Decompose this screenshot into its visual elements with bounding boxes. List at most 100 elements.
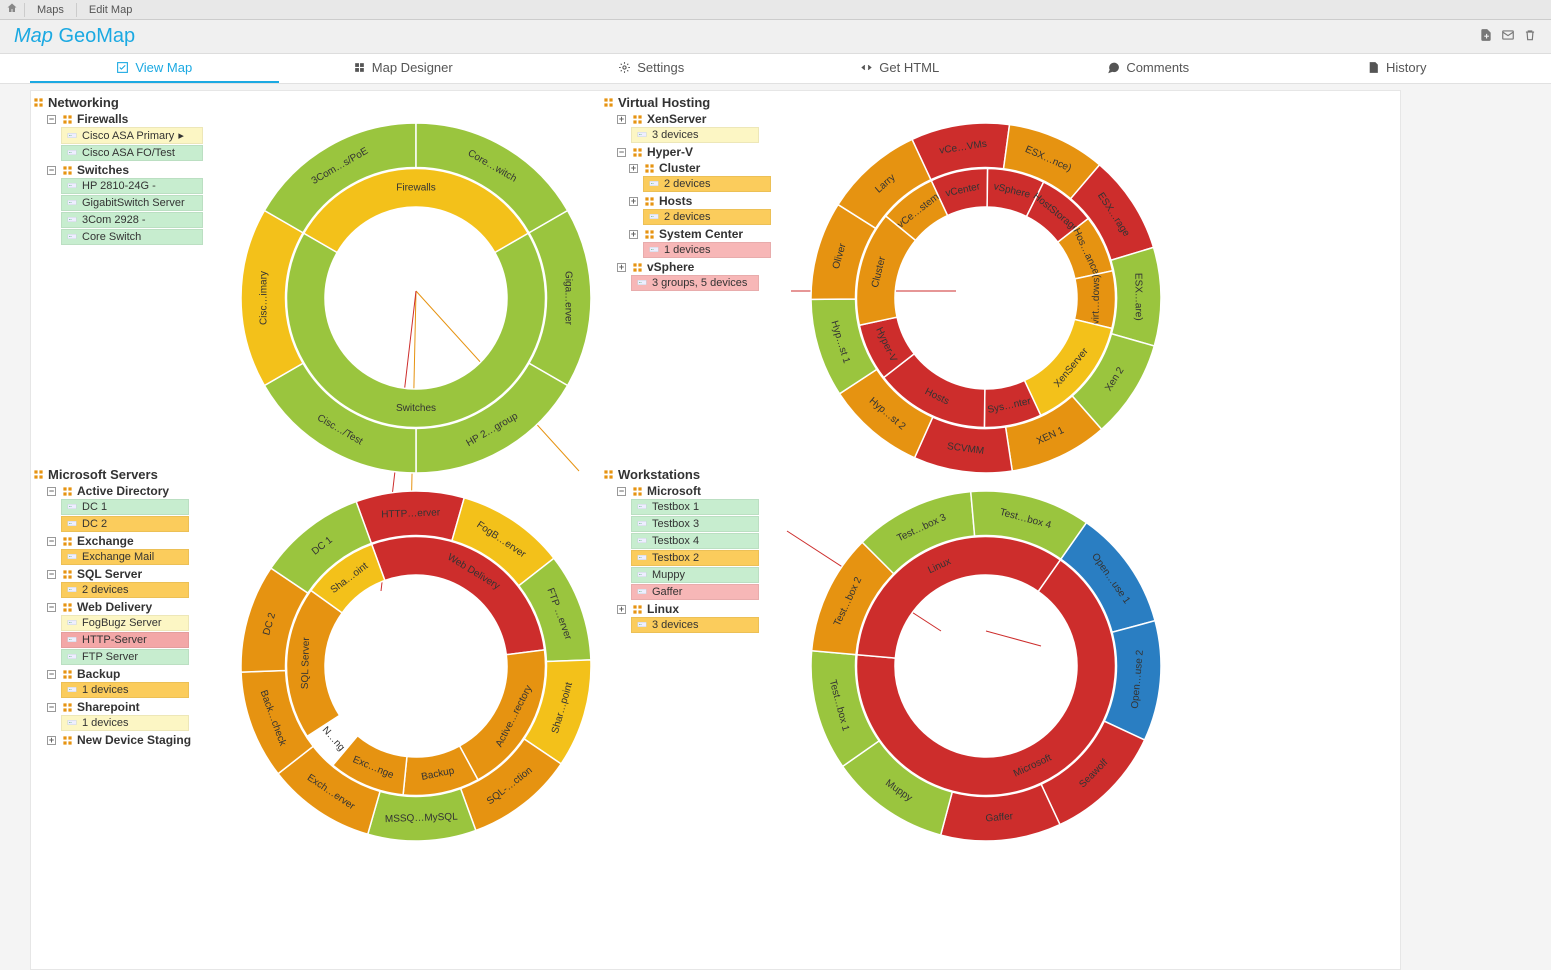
mail-icon[interactable] xyxy=(1501,28,1515,45)
tab-map-designer[interactable]: Map Designer xyxy=(279,54,528,83)
breadcrumb-bar: Maps Edit Map xyxy=(0,0,1551,20)
tree-subgroup[interactable]: −Exchange xyxy=(47,534,191,548)
toggle-icon[interactable]: − xyxy=(47,487,56,496)
group-networking[interactable]: Networking xyxy=(33,95,203,110)
breadcrumb-edit[interactable]: Edit Map xyxy=(83,4,138,16)
page-title: Map GeoMap xyxy=(14,25,135,48)
tab-comments[interactable]: Comments xyxy=(1024,54,1273,83)
tree-subgroup[interactable]: −Hyper-V xyxy=(617,145,771,159)
group-virtual-hosting[interactable]: Virtual Hosting xyxy=(603,95,771,110)
tree-leaf[interactable]: 3 devices xyxy=(631,127,759,143)
tree-subgroup[interactable]: −SQL Server xyxy=(47,567,191,581)
toggle-icon[interactable]: − xyxy=(47,537,56,546)
map-canvas: Networking −FirewallsCisco ASA Primary ▸… xyxy=(30,90,1401,970)
new-icon[interactable] xyxy=(1479,28,1493,45)
toggle-icon[interactable]: − xyxy=(47,670,56,679)
leaf-label: Exchange Mail xyxy=(82,551,154,563)
toggle-icon[interactable]: − xyxy=(617,487,626,496)
leaf-label: GigabitSwitch Server xyxy=(82,197,185,209)
tree-leaf[interactable]: 2 devices xyxy=(643,176,771,192)
tree-subgroup[interactable]: +vSphere xyxy=(617,260,771,274)
tree-subgroup[interactable]: −Backup xyxy=(47,667,191,681)
tree-leaf[interactable]: 1 devices xyxy=(61,682,189,698)
tree-leaf[interactable]: HTTP-Server xyxy=(61,632,189,648)
toggle-icon[interactable]: − xyxy=(47,603,56,612)
tree-subgroup[interactable]: +XenServer xyxy=(617,112,771,126)
tree-subgroup[interactable]: +Linux xyxy=(617,602,759,616)
tab-settings[interactable]: Settings xyxy=(527,54,776,83)
toggle-icon[interactable]: − xyxy=(47,166,56,175)
tree-leaf[interactable]: GigabitSwitch Server xyxy=(61,195,203,211)
leaf-label: Muppy xyxy=(652,569,685,581)
toggle-icon[interactable]: + xyxy=(629,164,638,173)
leaf-label: Testbox 1 xyxy=(652,501,699,513)
tree-subgroup[interactable]: −Sharepoint xyxy=(47,700,191,714)
tree-subgroup[interactable]: +Cluster xyxy=(629,161,771,175)
tree-leaf[interactable]: 2 devices xyxy=(643,209,771,225)
toggle-icon[interactable]: + xyxy=(47,736,56,745)
tree-leaf[interactable]: 3Com 2928 - xyxy=(61,212,203,228)
tree-leaf[interactable]: 1 devices xyxy=(61,715,189,731)
tree-subgroup[interactable]: −Web Delivery xyxy=(47,600,191,614)
tree-subgroup[interactable]: −Active Directory xyxy=(47,484,191,498)
group-workstations[interactable]: Workstations xyxy=(603,467,759,482)
title-name: GeoMap xyxy=(58,25,135,47)
tree-subgroup[interactable]: −Microsoft xyxy=(617,484,759,498)
toggle-icon[interactable]: − xyxy=(47,703,56,712)
tree-leaf[interactable]: Testbox 1 xyxy=(631,499,759,515)
tree-subgroup[interactable]: +Hosts xyxy=(629,194,771,208)
leaf-label: FTP Server xyxy=(82,651,138,663)
tree-subgroup[interactable]: +New Device Staging xyxy=(47,733,191,747)
leaf-label: HP 2810-24G - xyxy=(82,180,156,192)
leaf-label: 3Com 2928 - xyxy=(82,214,146,226)
breadcrumb-maps[interactable]: Maps xyxy=(31,4,70,16)
tree-leaf[interactable]: Muppy xyxy=(631,567,759,583)
toggle-icon[interactable]: + xyxy=(617,115,626,124)
sunburst-microsoft-servers[interactable]: Web DeliveryActive…rectoryBackupExc…ngeN… xyxy=(241,491,591,844)
tree-leaf[interactable]: 3 devices xyxy=(631,617,759,633)
tree-leaf[interactable]: FTP Server xyxy=(61,649,189,665)
tree-leaf[interactable]: Cisco ASA FO/Test xyxy=(61,145,203,161)
tree-leaf[interactable]: Cisco ASA Primary ▸ xyxy=(61,127,203,144)
sunburst-virtual-hosting[interactable]: vCentervSphereHostStorageHos…ancevirt…do… xyxy=(811,123,1161,476)
leaf-label: HTTP-Server xyxy=(82,634,147,646)
toggle-icon[interactable]: + xyxy=(617,605,626,614)
sunburst-workstations[interactable]: MicrosoftLinuxOpen…use 1Open…use 2Seawol… xyxy=(811,491,1161,844)
tree-leaf[interactable]: Exchange Mail xyxy=(61,549,189,565)
tree-subgroup[interactable]: +System Center xyxy=(629,227,771,241)
toggle-icon[interactable]: + xyxy=(617,263,626,272)
delete-icon[interactable] xyxy=(1523,28,1537,45)
tree-leaf[interactable]: Gaffer xyxy=(631,584,759,600)
flag-icon: ▸ xyxy=(178,129,184,142)
tree-microsoft-servers: Microsoft Servers −Active DirectoryDC 1 D… xyxy=(33,467,191,747)
toggle-icon[interactable]: − xyxy=(47,115,56,124)
tree-networking: Networking −FirewallsCisco ASA Primary ▸… xyxy=(33,95,203,246)
tree-leaf[interactable]: Testbox 4 xyxy=(631,533,759,549)
sunburst-networking[interactable]: SwitchesFirewallsGiga…erverHP 2…groupCis… xyxy=(241,123,591,476)
leaf-label: Testbox 2 xyxy=(652,552,699,564)
tab-history[interactable]: History xyxy=(1273,54,1522,83)
title-prefix: Map xyxy=(14,25,53,47)
tree-virtual-hosting: Virtual Hosting +XenServer3 devices −Hype… xyxy=(603,95,771,292)
home-icon[interactable] xyxy=(6,2,18,17)
tree-leaf[interactable]: Core Switch xyxy=(61,229,203,245)
tree-subgroup[interactable]: −Firewalls xyxy=(47,112,203,126)
leaf-label: DC 2 xyxy=(82,518,107,530)
toggle-icon[interactable]: − xyxy=(47,570,56,579)
tree-leaf[interactable]: DC 1 xyxy=(61,499,189,515)
tree-leaf[interactable]: HP 2810-24G - xyxy=(61,178,203,194)
tab-view-map[interactable]: View Map xyxy=(30,54,279,83)
tree-leaf[interactable]: 2 devices xyxy=(61,582,189,598)
tree-leaf[interactable]: Testbox 3 xyxy=(631,516,759,532)
toggle-icon[interactable]: + xyxy=(629,197,638,206)
toggle-icon[interactable]: + xyxy=(629,230,638,239)
tab-get-html[interactable]: Get HTML xyxy=(776,54,1025,83)
tree-leaf[interactable]: Testbox 2 xyxy=(631,550,759,566)
toggle-icon[interactable]: − xyxy=(617,148,626,157)
tree-leaf[interactable]: DC 2 xyxy=(61,516,189,532)
group-microsoft-servers[interactable]: Microsoft Servers xyxy=(33,467,191,482)
tree-leaf[interactable]: 1 devices xyxy=(643,242,771,258)
tree-leaf[interactable]: 3 groups, 5 devices xyxy=(631,275,759,291)
tree-subgroup[interactable]: −Switches xyxy=(47,163,203,177)
tree-leaf[interactable]: FogBugz Server xyxy=(61,615,189,631)
